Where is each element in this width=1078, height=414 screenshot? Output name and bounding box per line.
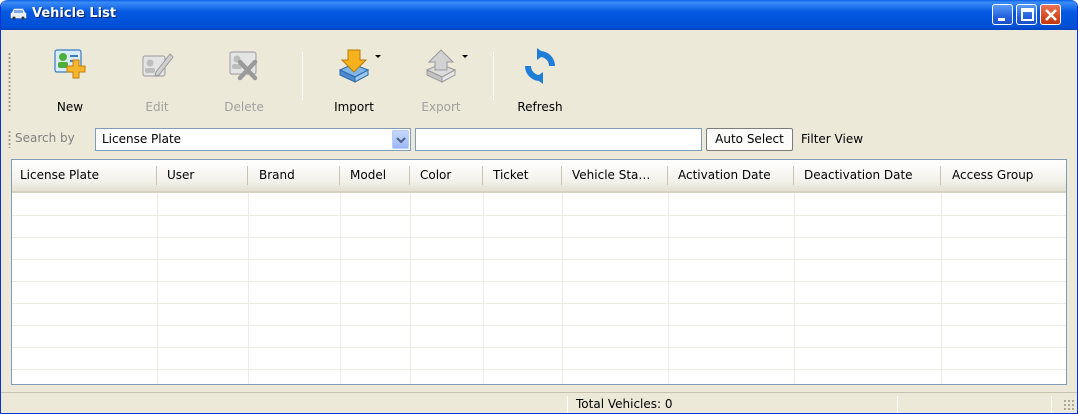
new-button[interactable]: New bbox=[39, 48, 101, 114]
column-header-color[interactable]: Color bbox=[410, 160, 483, 191]
column-header-label: Access Group bbox=[952, 168, 1034, 182]
edit-button-label: Edit bbox=[145, 100, 169, 114]
table-row-line bbox=[12, 237, 1066, 238]
export-button-label: Export bbox=[421, 100, 461, 114]
column-header-model[interactable]: Model bbox=[340, 160, 410, 191]
table-row-line bbox=[12, 325, 1066, 326]
refresh-button-label: Refresh bbox=[517, 100, 563, 114]
delete-button[interactable]: Delete bbox=[213, 48, 275, 114]
column-header-label: User bbox=[167, 168, 195, 182]
new-user-icon bbox=[54, 49, 86, 79]
table-row-line bbox=[12, 259, 1066, 260]
export-dropdown-arrow-icon bbox=[462, 55, 468, 58]
edit-button[interactable]: Edit bbox=[126, 48, 188, 114]
column-header-label: Ticket bbox=[493, 168, 529, 182]
search-bar: Search by License Plate Auto Select Filt… bbox=[5, 126, 1071, 154]
column-header-access-group[interactable]: Access Group bbox=[941, 160, 1066, 191]
table-column-line bbox=[794, 193, 795, 384]
car-icon bbox=[10, 8, 27, 20]
search-field-select[interactable]: License Plate bbox=[95, 128, 411, 151]
table-column-line bbox=[410, 193, 411, 384]
delete-button-label: Delete bbox=[224, 100, 264, 114]
import-button[interactable]: Import bbox=[323, 48, 385, 114]
table-row-line bbox=[12, 369, 1066, 370]
table-column-line bbox=[483, 193, 484, 384]
maximize-icon bbox=[1021, 8, 1034, 21]
import-dropdown-arrow-icon bbox=[375, 55, 381, 58]
export-icon bbox=[425, 49, 457, 83]
table-column-line bbox=[941, 193, 942, 384]
chevron-down-icon bbox=[396, 137, 406, 144]
table-row-line bbox=[12, 215, 1066, 216]
minimize-button[interactable] bbox=[992, 4, 1013, 25]
table-row-line bbox=[12, 303, 1066, 304]
dropdown-button[interactable] bbox=[392, 130, 409, 149]
export-button[interactable]: Export bbox=[410, 48, 472, 114]
column-header-label: Color bbox=[420, 168, 452, 182]
toolbar: New Edit Delete Import Export Refresh bbox=[5, 34, 1071, 124]
resize-grip-icon[interactable] bbox=[1063, 399, 1075, 411]
column-header-license-plate[interactable]: License Plate bbox=[12, 160, 157, 191]
import-icon bbox=[338, 49, 370, 83]
vehicle-list-window: Vehicle List New Edit Delete Import Expo… bbox=[0, 0, 1078, 414]
status-separator bbox=[897, 396, 898, 413]
column-header-label: Deactivation Date bbox=[804, 168, 913, 182]
title-bar[interactable]: Vehicle List bbox=[1, 0, 1077, 30]
minimize-icon bbox=[998, 18, 1005, 21]
column-header-label: Model bbox=[350, 168, 387, 182]
toolbar-separator bbox=[493, 52, 494, 100]
search-by-label: Search by bbox=[15, 131, 75, 145]
vehicle-table[interactable]: License Plate User Brand Model Color Tic… bbox=[11, 159, 1067, 385]
column-header-activation-date[interactable]: Activation Date bbox=[668, 160, 794, 191]
refresh-icon bbox=[525, 48, 555, 84]
table-column-line bbox=[562, 193, 563, 384]
new-button-label: New bbox=[56, 100, 84, 114]
search-input[interactable] bbox=[415, 128, 702, 151]
table-column-line bbox=[340, 193, 341, 384]
column-header-label: Activation Date bbox=[678, 168, 771, 182]
auto-select-button[interactable]: Auto Select bbox=[706, 128, 793, 151]
maximize-button[interactable] bbox=[1016, 4, 1037, 25]
total-vehicles-text: Total Vehicles: 0 bbox=[576, 397, 673, 411]
table-row-line bbox=[12, 347, 1066, 348]
status-separator bbox=[567, 396, 568, 413]
filter-view-link[interactable]: Filter View bbox=[801, 132, 863, 146]
toolbar-separator bbox=[302, 52, 303, 100]
column-header-label: License Plate bbox=[20, 168, 100, 182]
table-column-line bbox=[668, 193, 669, 384]
table-column-line bbox=[248, 193, 249, 384]
window-title: Vehicle List bbox=[32, 6, 117, 21]
import-button-label: Import bbox=[334, 100, 374, 114]
status-separator bbox=[1051, 396, 1052, 413]
table-row-line bbox=[12, 281, 1066, 282]
close-icon bbox=[1045, 9, 1057, 21]
column-header-user[interactable]: User bbox=[157, 160, 248, 191]
search-bar-grip[interactable] bbox=[8, 130, 11, 148]
refresh-button[interactable]: Refresh bbox=[509, 48, 571, 114]
table-header: License Plate User Brand Model Color Tic… bbox=[12, 160, 1066, 193]
column-header-deactivation-date[interactable]: Deactivation Date bbox=[794, 160, 941, 191]
column-header-brand[interactable]: Brand bbox=[248, 160, 340, 191]
close-button[interactable] bbox=[1040, 4, 1061, 25]
column-header-ticket[interactable]: Ticket bbox=[483, 160, 562, 191]
toolbar-grip[interactable] bbox=[8, 52, 11, 112]
search-field-value: License Plate bbox=[102, 132, 182, 146]
column-header-vehicle-status[interactable]: Vehicle Sta… bbox=[562, 160, 668, 191]
edit-icon bbox=[142, 53, 174, 77]
status-bar: Total Vehicles: 0 bbox=[1, 392, 1077, 413]
table-column-line bbox=[157, 193, 158, 384]
column-header-label: Brand bbox=[259, 168, 295, 182]
column-header-label: Vehicle Sta… bbox=[572, 168, 651, 182]
delete-icon bbox=[229, 51, 258, 81]
